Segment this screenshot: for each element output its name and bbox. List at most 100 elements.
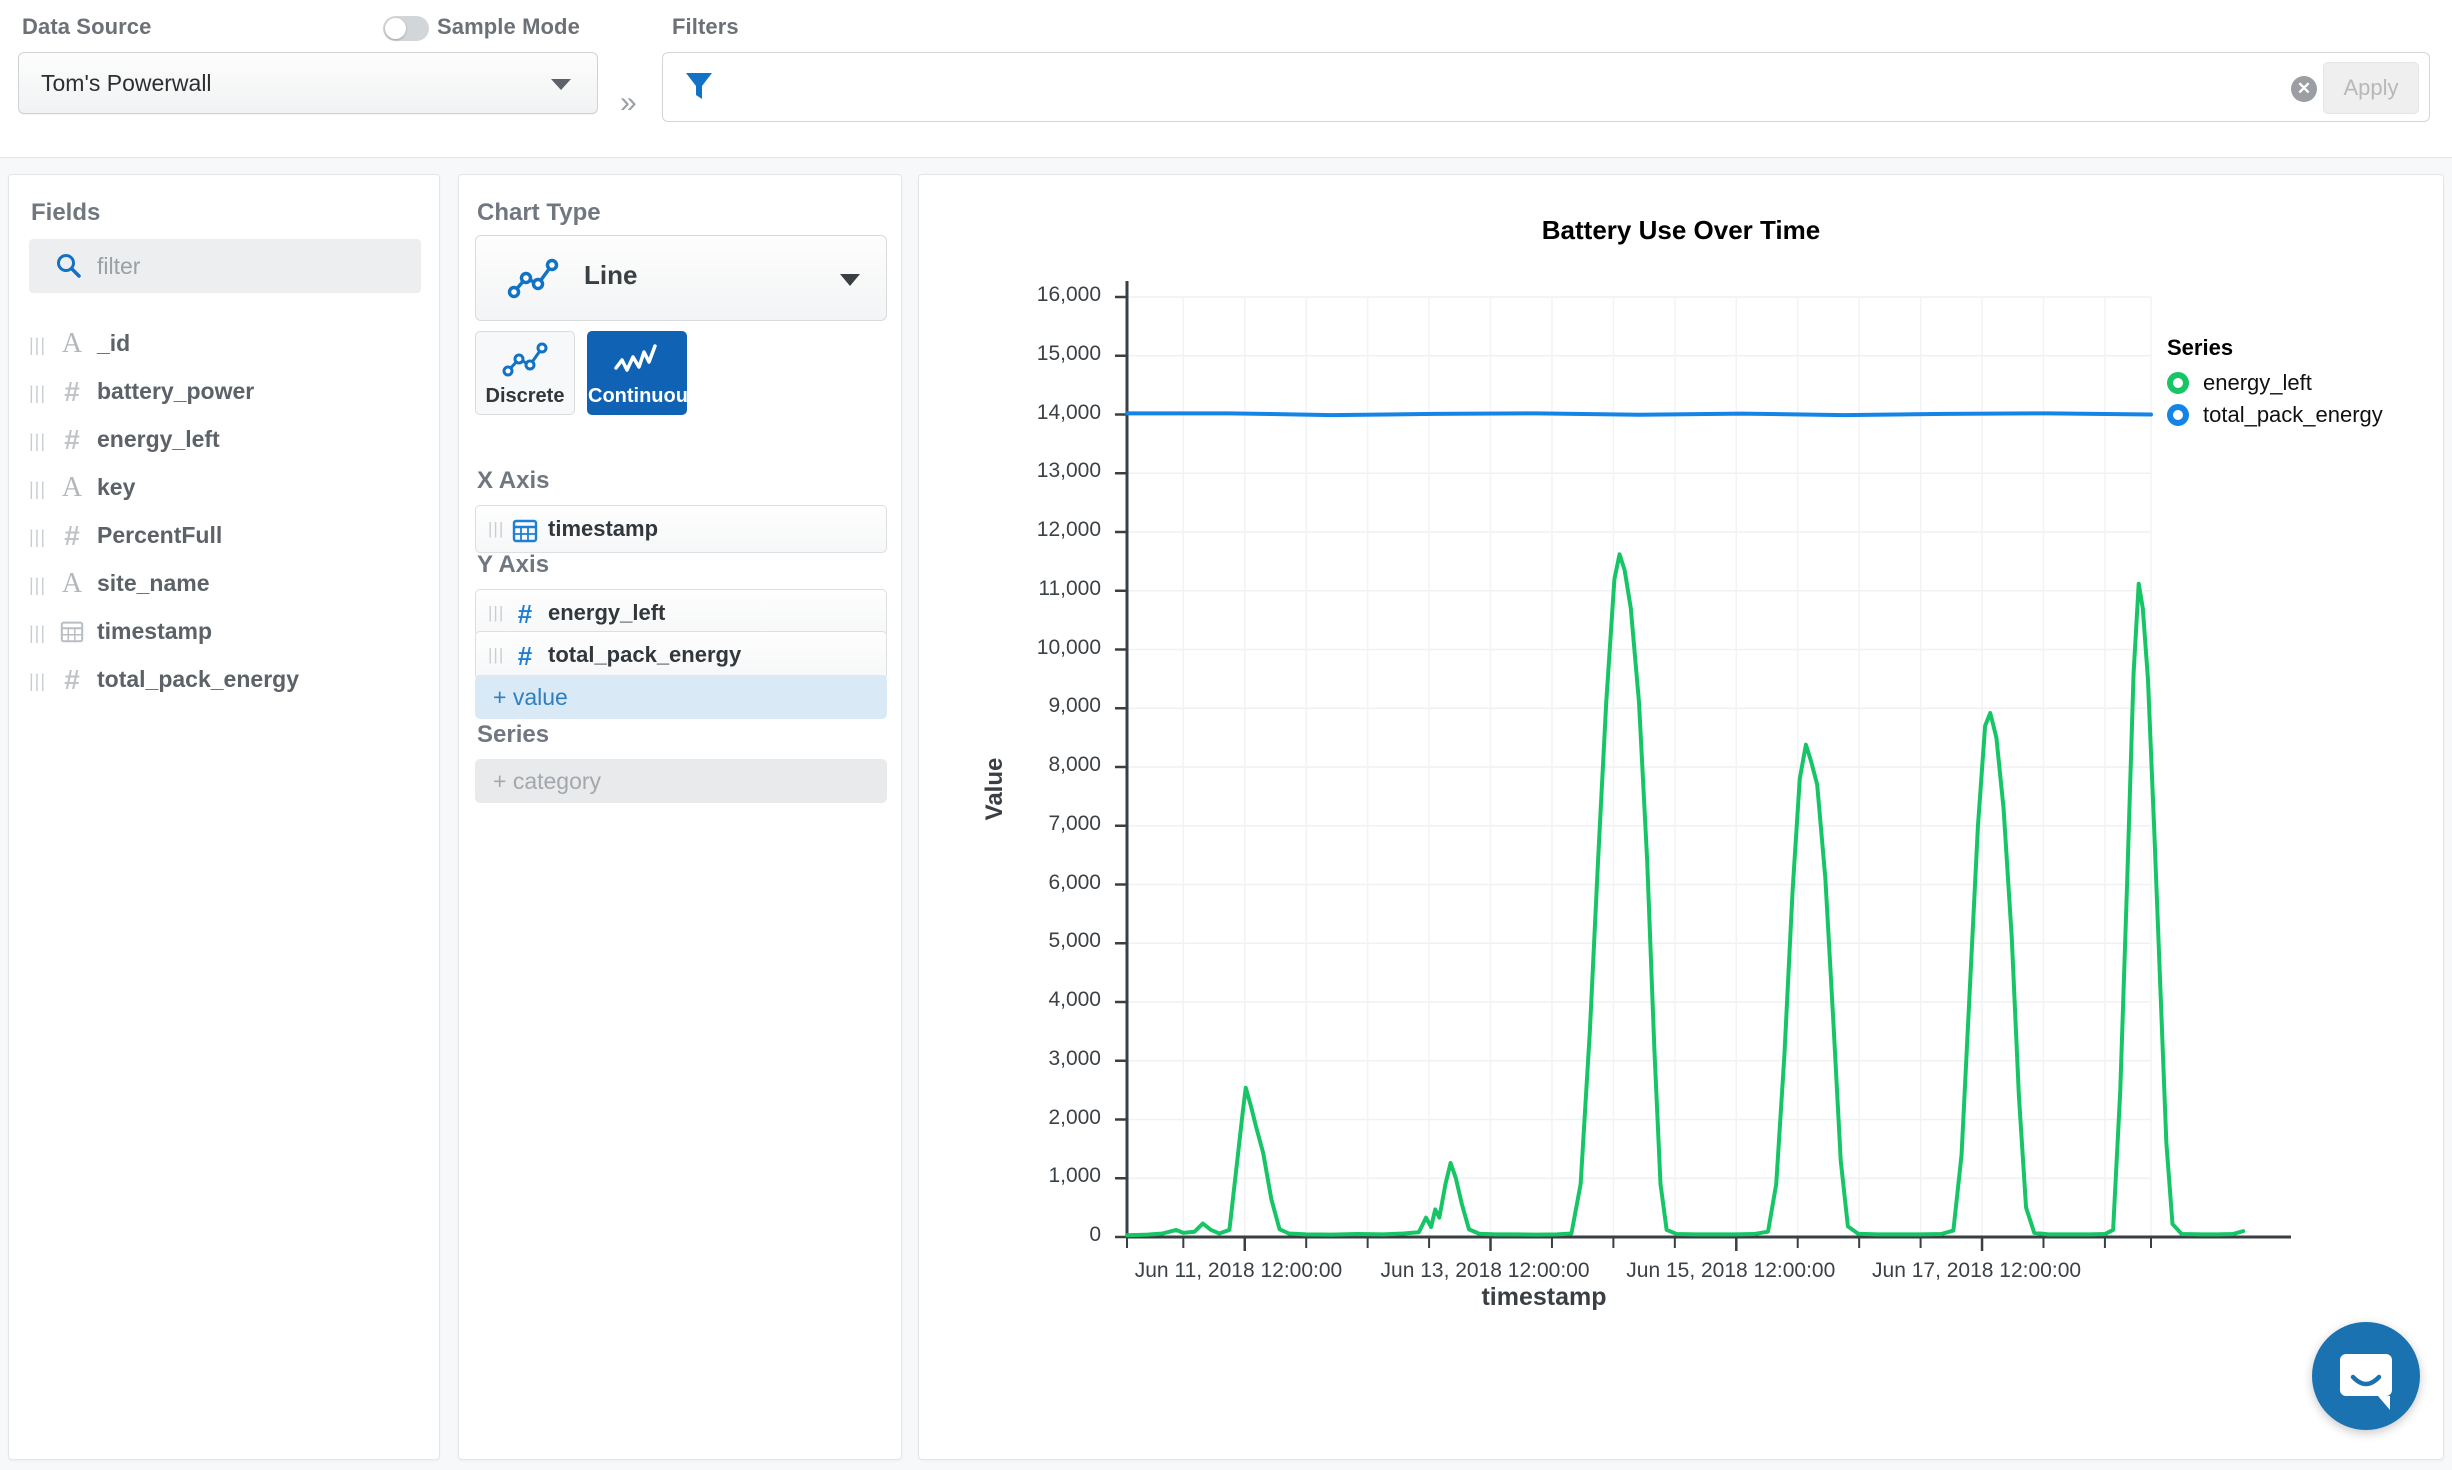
legend-marker-icon <box>2167 404 2189 426</box>
string-icon: A <box>61 568 83 599</box>
string-icon: A <box>61 472 83 503</box>
legend-marker-icon <box>2167 372 2189 394</box>
y-axis-label: Y Axis <box>477 551 550 578</box>
chart-type-select[interactable]: Line <box>475 235 887 321</box>
clear-filter-icon[interactable]: ✕ <box>2291 76 2317 102</box>
x-axis-field-pill[interactable]: ||| timestamp <box>475 505 887 553</box>
fields-filter-input[interactable]: filter <box>29 239 421 293</box>
legend-item-label: energy_left <box>2203 370 2312 395</box>
data-source-select[interactable]: Tom's Powerwall <box>18 52 598 114</box>
field-item-label: energy_left <box>97 426 220 452</box>
number-icon: # <box>64 376 80 407</box>
app-root: Data Source Sample Mode Filters Tom's Po… <box>0 0 2452 1470</box>
drag-handle-icon[interactable]: ||| <box>29 575 45 595</box>
drag-handle-icon[interactable]: ||| <box>488 519 504 539</box>
y-axis-field-name: energy_left <box>548 600 666 625</box>
y-axis-tick-label: 12,000 <box>1036 518 1101 541</box>
sample-mode-toggle[interactable] <box>383 16 429 41</box>
add-category-dropzone[interactable]: + category <box>475 759 887 803</box>
mode-discrete-label: Discrete <box>485 385 565 407</box>
line-chart-icon <box>506 256 560 307</box>
field-item-label: total_pack_energy <box>97 666 299 692</box>
continuous-line-icon <box>611 340 663 385</box>
y-axis-tick-label: 15,000 <box>1036 341 1101 365</box>
legend-item-energy_left[interactable]: energy_left <box>2167 367 2427 399</box>
intercom-chat-button[interactable] <box>2312 1322 2420 1430</box>
x-axis-title: timestamp <box>1481 1283 1607 1311</box>
y-axis-tick-label: 0 <box>1089 1223 1101 1246</box>
y-axis-field-name: total_pack_energy <box>548 642 742 667</box>
field-item-timestamp[interactable]: ||| timestamp <box>29 611 429 655</box>
drag-handle-icon[interactable]: ||| <box>29 335 45 355</box>
x-axis-tick-label: Jun 15, 2018 12:00:00 <box>1626 1259 1836 1282</box>
filters-bar[interactable]: ✕ Apply <box>662 52 2430 122</box>
expand-panel-icon[interactable]: » <box>620 88 637 118</box>
drag-handle-icon[interactable]: ||| <box>29 383 45 403</box>
chat-bubble-icon <box>2340 1354 2392 1410</box>
chart-type-value: Line <box>584 260 638 290</box>
field-item-total_pack_energy[interactable]: ||| # total_pack_energy <box>29 659 429 703</box>
x-axis-tick-label: Jun 11, 2018 12:00:00 <box>1134 1259 1343 1282</box>
search-icon <box>55 252 83 285</box>
y-axis-tick-label: 13,000 <box>1036 459 1101 483</box>
number-icon: # <box>517 599 533 629</box>
filter-icon <box>685 71 713 106</box>
plot-area: 0 1,000 2,000 3,000 4,000 5,000 6,000 7,000 8,00… <box>919 175 2445 1461</box>
chart-type-label: Chart Type <box>477 199 601 226</box>
legend-item-total_pack_energy[interactable]: total_pack_energy <box>2167 399 2427 431</box>
filters-label: Filters <box>672 14 739 39</box>
field-item-_id[interactable]: ||| A _id <box>29 323 429 367</box>
drag-handle-icon[interactable]: ||| <box>29 479 45 499</box>
chart-legend: Series energy_left total_pack_energy <box>2167 335 2427 431</box>
visualization-panel: Battery Use Over Time 0 1,000 2,000 3,000 4,… <box>918 174 2444 1460</box>
sample-mode-label: Sample Mode <box>437 14 580 39</box>
drag-handle-icon[interactable]: ||| <box>29 671 45 691</box>
mode-discrete-button[interactable]: Discrete <box>475 331 575 415</box>
number-icon: # <box>64 424 80 455</box>
field-item-label: site_name <box>97 570 210 596</box>
y-axis-field-pill[interactable]: ||| # energy_left <box>475 589 887 637</box>
field-item-label: timestamp <box>97 618 213 644</box>
apply-button[interactable]: Apply <box>2323 62 2419 114</box>
legend-title: Series <box>2167 335 2234 360</box>
chevron-down-icon <box>551 79 571 90</box>
sample-mode-toggle-knob <box>385 18 406 39</box>
add-value-dropzone[interactable]: + value <box>475 675 887 719</box>
series-line-total_pack_energy <box>1125 411 2153 418</box>
drag-handle-icon[interactable]: ||| <box>29 431 45 451</box>
field-item-label: battery_power <box>97 378 255 404</box>
x-axis-tick-label: Jun 13, 2018 12:00:00 <box>1380 1259 1590 1282</box>
y-axis-tick-label: 10,000 <box>1036 635 1101 659</box>
legend-item-label: total_pack_energy <box>2203 402 2383 427</box>
number-icon: # <box>517 641 533 671</box>
mode-continuous-button[interactable]: Continuous <box>587 331 700 415</box>
chevron-down-icon <box>840 274 860 286</box>
drag-handle-icon[interactable]: ||| <box>29 623 45 643</box>
y-axis-title: Value <box>981 757 1008 821</box>
drag-handle-icon[interactable]: ||| <box>488 645 504 665</box>
drag-handle-icon[interactable]: ||| <box>488 603 504 623</box>
x-axis-field-name: timestamp <box>548 516 659 541</box>
mode-continuous-label: Continuous <box>588 385 700 407</box>
field-item-label: PercentFull <box>97 522 223 548</box>
y-axis-tick-label: 11,000 <box>1038 576 1101 600</box>
field-item-energy_left[interactable]: ||| # energy_left <box>29 419 429 463</box>
discrete-line-icon <box>500 340 550 385</box>
number-icon: # <box>64 520 80 551</box>
y-axis-tick-label: 1,000 <box>1048 1164 1101 1188</box>
drag-handle-icon[interactable]: ||| <box>29 527 45 547</box>
field-item-site_name[interactable]: ||| Asite_name <box>29 563 429 607</box>
y-axis-tick-label: 3,000 <box>1048 1046 1101 1070</box>
y-axis-tick-label: 5,000 <box>1048 929 1101 953</box>
field-item-battery_power[interactable]: ||| # battery_power <box>29 371 429 415</box>
y-axis-field-pill[interactable]: ||| # total_pack_energy <box>475 631 887 679</box>
field-item-key[interactable]: ||| Akey <box>29 467 429 511</box>
y-axis-tick-label: 2,000 <box>1048 1105 1101 1129</box>
field-item-label: key <box>97 474 136 500</box>
fields-filter-placeholder: filter <box>97 253 141 279</box>
chart-config-panel: Chart Type Line Discrete Continuous X Ax… <box>458 174 902 1460</box>
x-axis-label: X Axis <box>477 467 550 494</box>
field-item-PercentFull[interactable]: ||| # PercentFull <box>29 515 429 559</box>
top-toolbar: Data Source Sample Mode Filters Tom's Po… <box>0 0 2452 158</box>
y-axis-tick-label: 16,000 <box>1036 283 1101 306</box>
